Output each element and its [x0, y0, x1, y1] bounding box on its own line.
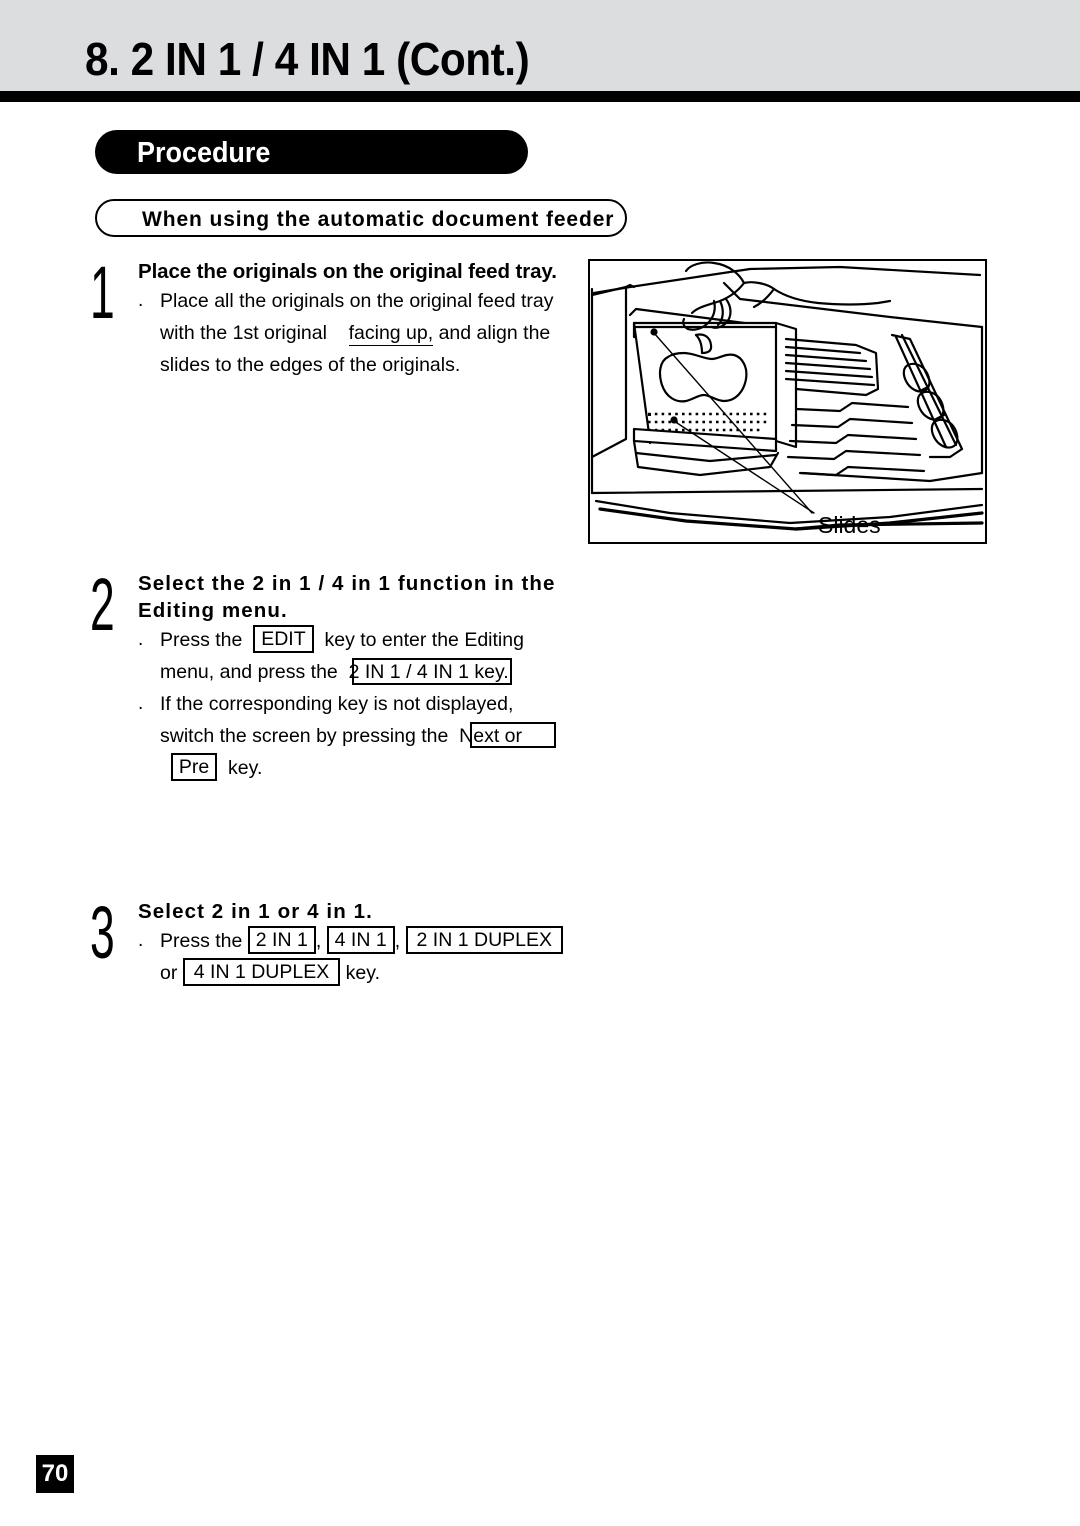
step-2-body: Select the 2 in 1 / 4 in 1 function in t… — [138, 570, 557, 784]
step-3-line2-pre: or — [160, 962, 178, 984]
step-1-body: Place the originals on the original feed… — [138, 258, 557, 381]
step-3-number: 3 — [90, 891, 115, 974]
key-next-or: Next or — [459, 725, 523, 747]
step-2-line2-post: key. — [474, 661, 509, 683]
bullet-marker-icon: . — [138, 930, 144, 951]
step-3-body: Select 2 in 1 or 4 in 1. . Press the 2 I… — [138, 898, 564, 989]
key-4in1-duplex[interactable]: 4 IN 1 DUPLEX — [182, 958, 341, 986]
step-2-b2-line1: If the corresponding key is not displaye… — [160, 693, 514, 715]
step-1-title: Place the originals on the original feed… — [138, 260, 557, 283]
step-1-emphasis-facing-up: facing up, — [348, 322, 434, 346]
step-2-number: 2 — [90, 563, 115, 646]
bullet-marker-icon: . — [138, 629, 144, 650]
key-2in1-4in1: 2 IN 1 / 4 IN 1 — [348, 661, 469, 683]
key-edit[interactable]: EDIT — [253, 625, 314, 653]
bullet-marker-icon: . — [138, 693, 144, 714]
step-1-bullet-text: Place all the originals on the original … — [160, 285, 554, 381]
step-3-sep-1: , — [315, 930, 322, 952]
step-3-sep-2: , — [394, 930, 401, 952]
step-1-number: 1 — [90, 251, 115, 334]
step-3-pre-text: Press the — [160, 930, 243, 952]
bullet-marker-icon: . — [138, 290, 144, 311]
step-2-b2-line3-post: key. — [228, 757, 263, 779]
key-2in1-duplex[interactable]: 2 IN 1 DUPLEX — [405, 926, 564, 954]
key-2in1-4in1-wrapper[interactable]: 2 IN 1 / 4 IN 1 — [348, 656, 512, 688]
key-4in1[interactable]: 4 IN 1 — [326, 926, 395, 954]
step-2-bullet-2: . If the corresponding key is not displa… — [138, 688, 557, 784]
step-3-line2-post: key. — [345, 962, 380, 984]
step-2-b2-line2-pre: switch the screen by pressing the — [160, 725, 449, 747]
section-subheading-label: When using the automatic document feeder — [142, 208, 615, 231]
step-2-bullet-1-text: Press the EDIT key to enter the Editing … — [160, 624, 524, 688]
step-2-bullet-1: . Press the EDIT key to enter the Editin… — [138, 624, 556, 688]
feeder-illustration-svg: Slides — [590, 261, 984, 538]
step-2-title-line-1: Select the 2 in 1 / 4 in 1 function in t… — [138, 572, 556, 595]
step-2-mid-text: key to enter the Editing — [324, 629, 524, 651]
key-next-wrapper[interactable]: Next or — [459, 720, 557, 752]
step-3-title: Select 2 in 1 or 4 in 1. — [138, 900, 373, 923]
step-1-line-3: slides to the edges of the originals. — [160, 354, 461, 376]
page-number-badge: 70 — [36, 1455, 74, 1493]
step-1-line-2-cont: and align the — [438, 322, 551, 344]
step-2-pre-text: Press the — [160, 629, 243, 651]
header-divider-rule — [0, 91, 1080, 102]
section-subheading-pill: When using the automatic document feeder — [95, 199, 627, 237]
step-3-bullet-text: Press the 2 IN 1, 4 IN 1, 2 IN 1 DUPLEX … — [160, 925, 564, 989]
step-2-bullet-2-text: If the corresponding key is not displaye… — [160, 688, 557, 784]
step-2-line2-pre: menu, and press the — [160, 661, 338, 683]
step-2-title-line-2: Editing menu. — [138, 599, 288, 622]
key-pre[interactable]: Pre — [170, 753, 218, 781]
step-1-line-1: Place all the originals on the original … — [160, 290, 554, 312]
procedure-banner-label: Procedure — [137, 137, 271, 169]
key-2in1[interactable]: 2 IN 1 — [247, 926, 316, 954]
procedure-banner: Procedure — [95, 130, 528, 174]
page-title: 8. 2 IN 1 / 4 IN 1 (Cont.) — [85, 33, 530, 85]
illustration-caption-slides: Slides — [818, 512, 881, 538]
document-feeder-loading-illustration: Slides — [588, 259, 987, 544]
step-3-bullet-1: . Press the 2 IN 1, 4 IN 1, 2 IN 1 DUPLE… — [138, 925, 564, 989]
step-1-bullet-1: . Place all the originals on the origina… — [138, 285, 557, 381]
step-1-line-2: with the 1st original — [160, 322, 327, 344]
